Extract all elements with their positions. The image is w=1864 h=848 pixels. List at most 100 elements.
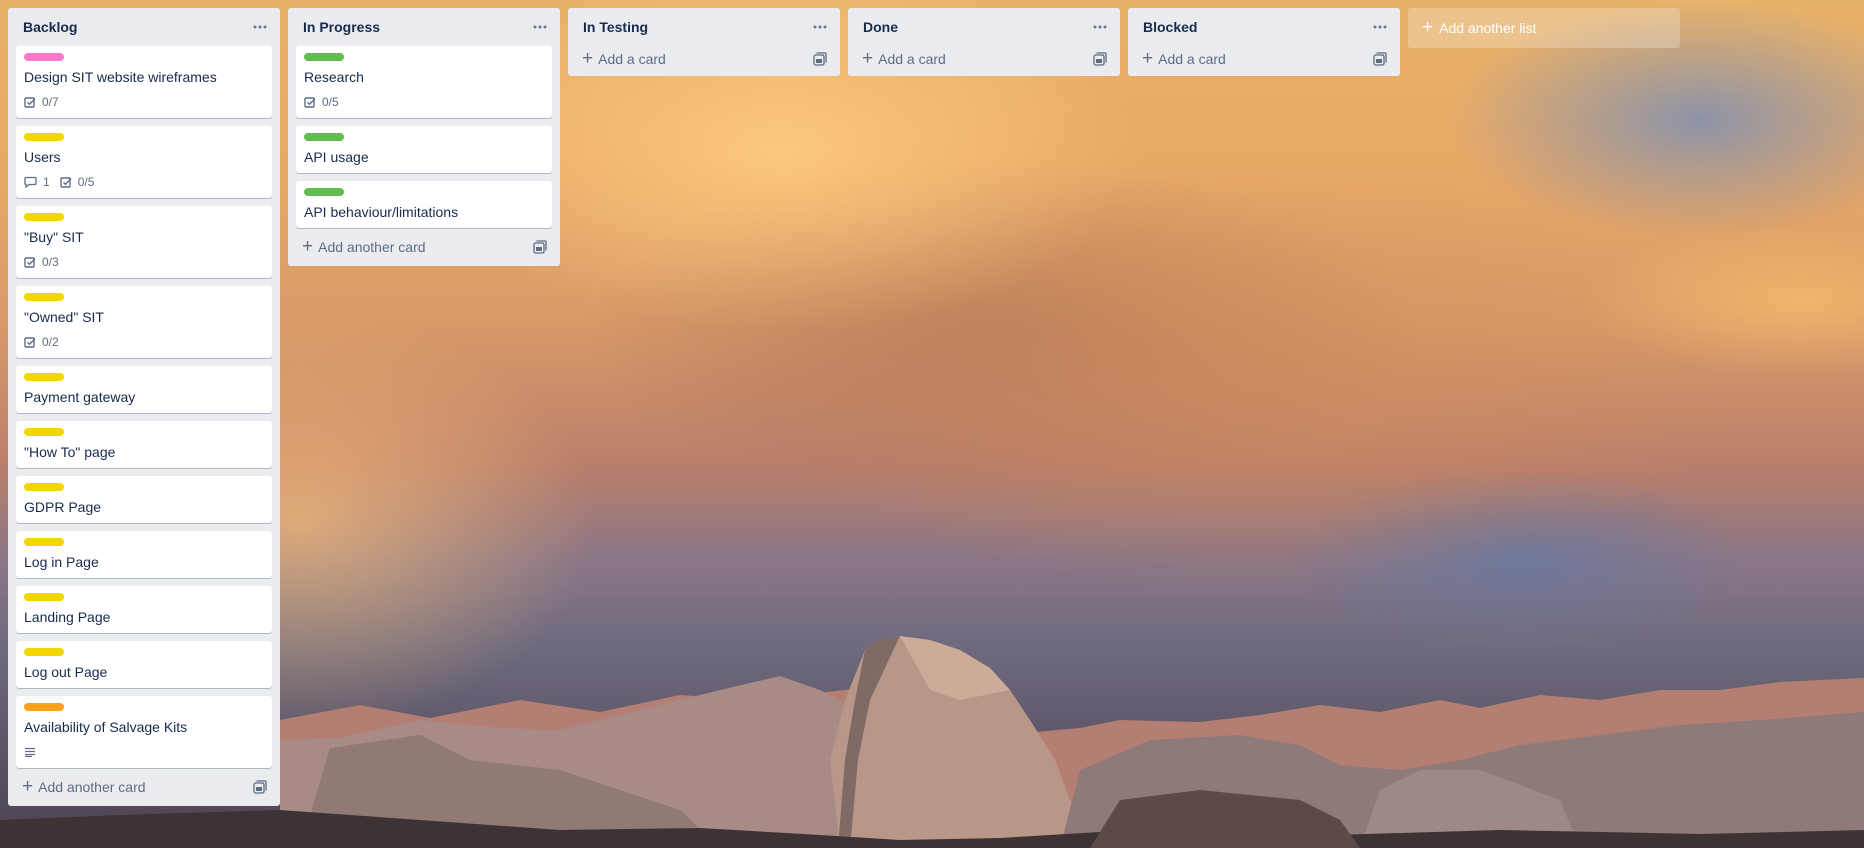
card-title: Log out Page — [24, 664, 108, 680]
checklist-badge: 0/5 — [59, 175, 95, 189]
add-card-button[interactable]: + Add a card — [582, 48, 666, 69]
list-menu-icon[interactable] — [248, 15, 272, 39]
list-header: In Testing — [568, 8, 840, 46]
card-label[interactable] — [24, 593, 64, 601]
card-label[interactable] — [24, 703, 64, 711]
list-menu-icon[interactable] — [528, 15, 552, 39]
card-title: API behaviour/limitations — [304, 204, 459, 220]
card-label[interactable] — [24, 373, 64, 381]
comments-badge: 1 — [24, 175, 50, 189]
card[interactable]: Payment gateway — [16, 366, 272, 413]
card-title: Landing Page — [24, 609, 111, 625]
card[interactable]: Research 0/5 — [296, 46, 552, 118]
card[interactable]: Users 1 0/5 — [16, 126, 272, 198]
card[interactable]: API usage — [296, 126, 552, 173]
card-title: API usage — [304, 149, 369, 165]
card-badges: 0/7 — [24, 92, 264, 112]
add-card-button[interactable]: + Add a card — [862, 48, 946, 69]
list-menu-icon[interactable] — [808, 15, 832, 39]
add-card-composer: + Add another card — [8, 768, 280, 806]
list-title[interactable]: Backlog — [23, 19, 77, 35]
card-label[interactable] — [24, 483, 64, 491]
card[interactable]: "Owned" SIT 0/2 — [16, 286, 272, 358]
card-badges: 0/3 — [24, 252, 264, 272]
card-badges: 0/2 — [24, 332, 264, 352]
card-badges: 0/5 — [304, 92, 544, 112]
card-title: Users — [24, 149, 61, 165]
plus-icon: + — [582, 48, 594, 69]
card-template-icon[interactable] — [248, 775, 272, 799]
add-card-composer: + Add another card — [288, 228, 560, 266]
add-card-composer: + Add a card — [568, 42, 840, 76]
plus-icon: + — [302, 236, 314, 257]
plus-icon: + — [1422, 17, 1434, 38]
card-label[interactable] — [24, 538, 64, 546]
checklist-count: 0/5 — [77, 175, 95, 189]
card-title: "Owned" SIT — [24, 309, 104, 325]
card-label[interactable] — [304, 188, 344, 196]
card-label[interactable] — [24, 648, 64, 656]
card-label[interactable] — [304, 53, 344, 61]
add-card-label: Add a card — [1158, 51, 1226, 67]
list-backlog: Backlog Design SIT website wireframes 0/… — [8, 8, 280, 806]
card-label[interactable] — [24, 53, 64, 61]
list-title[interactable]: In Testing — [583, 19, 648, 35]
checklist-badge: 0/3 — [24, 255, 59, 269]
list-title[interactable]: Blocked — [1143, 19, 1197, 35]
list-in-testing: In Testing + Add a card — [568, 8, 840, 76]
list-menu-icon[interactable] — [1088, 15, 1112, 39]
add-card-button[interactable]: + Add another card — [302, 236, 426, 257]
plus-icon: + — [1142, 48, 1154, 69]
checkbox-icon — [24, 257, 36, 268]
checklist-count: 0/7 — [42, 95, 59, 109]
card[interactable]: Availability of Salvage Kits — [16, 696, 272, 768]
add-card-label: Add a card — [598, 51, 666, 67]
card-template-icon[interactable] — [528, 235, 552, 259]
checklist-count: 0/3 — [42, 255, 59, 269]
card-label[interactable] — [24, 293, 64, 301]
card-label[interactable] — [24, 428, 64, 436]
plus-icon: + — [22, 776, 34, 797]
board: Backlog Design SIT website wireframes 0/… — [8, 8, 1680, 806]
card[interactable]: Log in Page — [16, 531, 272, 578]
card-title: "How To" page — [24, 444, 116, 460]
card[interactable]: Log out Page — [16, 641, 272, 688]
card-title: Availability of Salvage Kits — [24, 719, 188, 735]
list-title[interactable]: Done — [863, 19, 898, 35]
card[interactable]: Design SIT website wireframes 0/7 — [16, 46, 272, 118]
list-menu-icon[interactable] — [1368, 15, 1392, 39]
plus-icon: + — [862, 48, 874, 69]
card-title: "Buy" SIT — [24, 229, 84, 245]
card-title: Payment gateway — [24, 389, 136, 405]
add-list-label: Add another list — [1439, 20, 1537, 36]
card[interactable]: "Buy" SIT 0/3 — [16, 206, 272, 278]
checkbox-icon — [24, 337, 36, 348]
card[interactable]: Landing Page — [16, 586, 272, 633]
add-card-button[interactable]: + Add another card — [22, 776, 146, 797]
checklist-badge: 0/7 — [24, 95, 59, 109]
speech-bubble-icon — [24, 176, 37, 188]
card-template-icon[interactable] — [808, 47, 832, 71]
card-label[interactable] — [24, 133, 64, 141]
checklist-badge: 0/5 — [304, 95, 339, 109]
add-card-label: Add another card — [38, 779, 146, 795]
add-card-button[interactable]: + Add a card — [1142, 48, 1226, 69]
list-in-progress: In Progress Research 0/5 API usage API b… — [288, 8, 560, 266]
card-title: Research — [304, 69, 364, 85]
card[interactable]: "How To" page — [16, 421, 272, 468]
card-template-icon[interactable] — [1368, 47, 1392, 71]
description-badge — [24, 747, 36, 757]
checklist-count: 0/5 — [322, 95, 339, 109]
list-header: Backlog — [8, 8, 280, 46]
list-header: Blocked — [1128, 8, 1400, 46]
list-done: Done + Add a card — [848, 8, 1120, 76]
card[interactable]: API behaviour/limitations — [296, 181, 552, 228]
card[interactable]: GDPR Page — [16, 476, 272, 523]
card-label[interactable] — [304, 133, 344, 141]
card-badges — [24, 742, 264, 762]
card-label[interactable] — [24, 213, 64, 221]
list-title[interactable]: In Progress — [303, 19, 380, 35]
add-list-button[interactable]: + Add another list — [1408, 8, 1680, 48]
card-template-icon[interactable] — [1088, 47, 1112, 71]
checklist-badge: 0/2 — [24, 335, 59, 349]
